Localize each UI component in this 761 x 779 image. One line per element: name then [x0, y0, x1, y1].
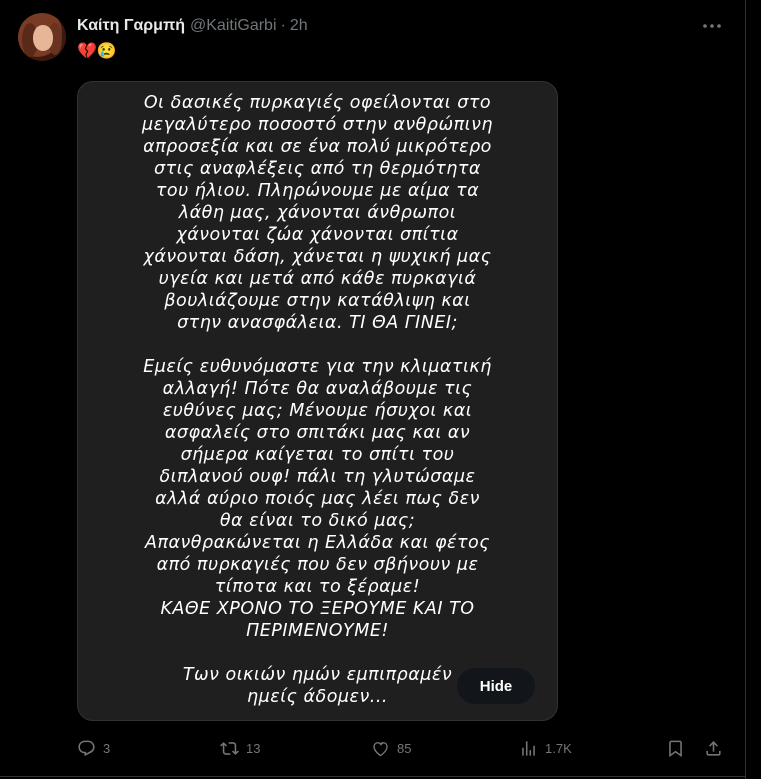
story-line: Οι δασικές πυρκαγιές οφείλονται στο: [143, 93, 492, 113]
story-line: τίποτα και το ξέραμε!: [214, 577, 421, 597]
story-line: στην ανασφάλεια. ΤΙ ΘΑ ΓΙΝΕΙ;: [177, 313, 458, 333]
repost-icon: [220, 741, 239, 755]
views-count: 1.7K: [545, 740, 572, 756]
story-line: Απανθρακώνεται η Ελλάδα και φέτος: [144, 533, 491, 553]
tweet-timestamp[interactable]: 2h: [290, 17, 308, 35]
story-text: Οι δασικές πυρκαγιές οφείλονται στο μεγαλ…: [78, 92, 557, 708]
repost-button[interactable]: 13: [220, 736, 260, 760]
avatar-face: [33, 25, 53, 51]
story-line: στις αναφλέξεις από τη θερμότητα: [154, 159, 481, 179]
like-count: 85: [397, 740, 412, 756]
views-chart-icon: [522, 740, 535, 756]
more-horizontal-icon[interactable]: [700, 14, 724, 38]
tweet-header: Καίτη Γαρμπή @KaitiGarbi · 2h: [77, 16, 308, 36]
story-line: μεγαλύτερο ποσοστό στην ανθρώπινη: [142, 115, 493, 135]
story-line: από πυρκαγιές που δεν σβήνουν με: [156, 555, 479, 575]
timeline-border: [745, 0, 746, 779]
story-line: ΚΑΘΕ ΧΡΟΝΟ ΤΟ ΞΕΡΟΥΜΕ ΚΑΙ ΤΟ: [160, 599, 475, 619]
story-line: ΠΕΡΙΜΕΝΟΥΜΕ!: [246, 621, 389, 641]
reply-icon: [78, 740, 95, 756]
reply-button[interactable]: 3: [77, 736, 110, 760]
story-line: Εμείς ευθυνόμαστε για την κλιματική: [143, 357, 492, 377]
story-line: βουλιάζουμε στην κατάθλιψη και: [164, 291, 471, 311]
heart-icon: [373, 741, 388, 756]
story-line: απροσεξία και σε ένα πολύ μικρότερο: [143, 137, 492, 157]
story-line: υγεία και μετά από κάθε πυρκαγιά: [158, 269, 477, 289]
story-line: λάθη μας, χάνονται άνθρωποι: [178, 203, 457, 223]
reply-count: 3: [103, 740, 111, 756]
story-line: διπλανού ουφ! πάλι τη γλυτώσαμε: [159, 467, 476, 487]
story-line: χάνονται δάση, χάνεται η ψυχική μας: [143, 247, 492, 267]
author-handle[interactable]: @KaitiGarbi: [190, 17, 277, 35]
tweet-divider: [0, 776, 745, 777]
story-line: σήμερα καίγεται το σπίτι του: [180, 445, 455, 465]
story-blank-line: [78, 642, 557, 664]
story-line: θα είναι το δικό μας;: [219, 511, 416, 531]
hide-button[interactable]: Hide: [457, 668, 535, 704]
story-line: αλλά αύριο ποιός μας λέει πως δεν: [155, 489, 480, 509]
author-avatar[interactable]: [18, 13, 66, 61]
author-name[interactable]: Καίτη Γαρμπή: [77, 17, 185, 35]
story-blank-line: [78, 334, 557, 356]
tweet-text: 💔😢: [77, 42, 117, 62]
emoji-text: 💔😢: [77, 43, 117, 60]
story-line: ασφαλείς στο σπιτάκι μας και αν: [164, 423, 471, 443]
share-button[interactable]: [704, 736, 723, 760]
like-button[interactable]: 85: [371, 736, 411, 760]
share-icon: [706, 740, 721, 756]
header-separator: ·: [280, 17, 286, 34]
bookmark-button[interactable]: [666, 736, 685, 760]
story-line: χάνονται ζώα χάνονται σπίτια: [176, 225, 459, 245]
repost-count: 13: [246, 740, 261, 756]
bookmark-icon: [669, 740, 682, 757]
story-line: ευθύνες μας; Μένουμε ήσυχοι και: [162, 401, 473, 421]
tweet-media-image[interactable]: Οι δασικές πυρκαγιές οφείλονται στο μεγαλ…: [77, 81, 558, 721]
tweet-actions: 3 13 85 1.7K: [77, 736, 727, 760]
story-line: του ήλιου. Πληρώνουμε με αίμα τα: [155, 181, 480, 201]
views-button[interactable]: 1.7K: [519, 736, 572, 760]
story-line: αλλαγή! Πότε θα αναλάβουμε τις: [162, 379, 473, 399]
